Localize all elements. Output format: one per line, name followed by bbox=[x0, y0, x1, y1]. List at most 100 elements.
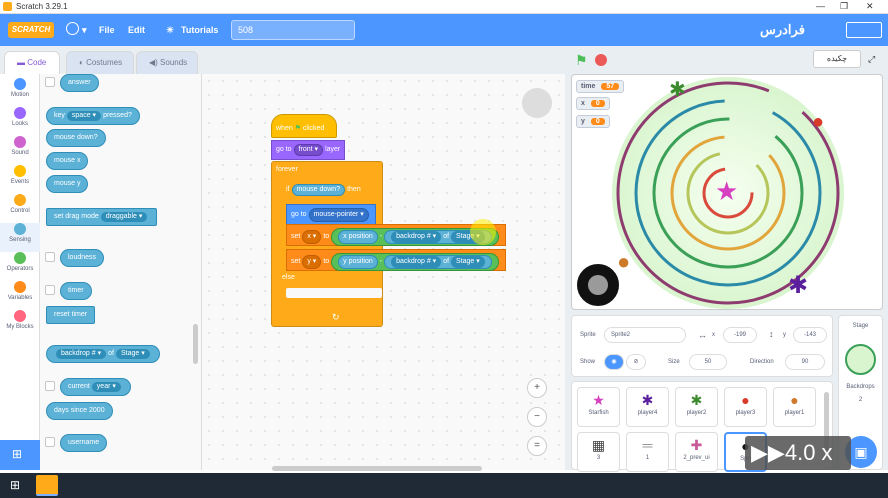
zoom-in-button[interactable]: + bbox=[527, 378, 547, 398]
block-go-to-mouse[interactable]: go to mouse-pointer ▾ bbox=[286, 204, 376, 226]
x-position-reporter[interactable]: x position bbox=[338, 230, 378, 244]
y-backdrop-reporter[interactable]: backdrop # ▾ of Stage ▾ bbox=[384, 255, 492, 269]
beetle-sprite-icon[interactable]: ● bbox=[617, 249, 630, 275]
stop-button[interactable] bbox=[595, 54, 607, 66]
loudness-checkbox[interactable] bbox=[45, 252, 55, 262]
block-username[interactable]: username bbox=[60, 434, 108, 452]
ladybug-sprite-icon[interactable]: ● bbox=[812, 111, 824, 134]
answer-checkbox[interactable] bbox=[45, 77, 55, 87]
header-badge[interactable]: ﭼﮑﯿﺪﻩ bbox=[813, 50, 861, 68]
joystick-knob[interactable] bbox=[588, 275, 608, 295]
scratch-taskbar-icon[interactable] bbox=[36, 475, 58, 496]
block-key-pressed[interactable]: key space ▾ pressed? bbox=[46, 107, 140, 125]
set-x-variable-dropdown[interactable]: x ▾ bbox=[302, 230, 322, 244]
category-operators[interactable]: Operators bbox=[0, 252, 40, 281]
block-set-drag-mode[interactable]: set drag mode draggable ▾ bbox=[46, 208, 158, 226]
tab-code[interactable]: ▬ Code bbox=[4, 51, 60, 74]
fullscreen-icon[interactable]: ⤢ bbox=[868, 54, 875, 65]
block-current[interactable]: current year ▾ bbox=[60, 378, 131, 396]
block-go-to-layer[interactable]: go to front ▾ layer bbox=[271, 140, 346, 160]
category-looks[interactable]: Looks bbox=[0, 107, 40, 136]
size-input[interactable]: 50 bbox=[689, 354, 727, 370]
language-globe-icon[interactable] bbox=[66, 22, 79, 35]
drag-mode-dropdown[interactable]: draggable ▾ bbox=[100, 212, 148, 222]
menu-edit[interactable]: Edit bbox=[128, 25, 145, 35]
go-to-target-dropdown[interactable]: mouse-pointer ▾ bbox=[308, 208, 369, 222]
tab-sounds[interactable]: ◀) Sounds bbox=[136, 51, 198, 74]
direction-input[interactable]: 90 bbox=[785, 354, 825, 370]
block-mouse-down[interactable]: mouse down? bbox=[46, 129, 106, 147]
category-events[interactable]: Events bbox=[0, 165, 40, 194]
project-title-input[interactable]: 508 bbox=[231, 20, 355, 40]
category-control[interactable]: Control bbox=[0, 194, 40, 223]
y-attribute-dropdown[interactable]: backdrop # ▾ bbox=[391, 256, 442, 268]
zoom-out-button[interactable]: − bbox=[527, 407, 547, 427]
script-area[interactable]: when ⚑ clicked go to front ▾ layer forever… bbox=[202, 74, 565, 471]
show-visible-button[interactable]: ◉ bbox=[604, 354, 624, 370]
green-flag-button[interactable]: ⚑ bbox=[575, 52, 588, 69]
language-chevron-icon[interactable]: ▾ bbox=[82, 25, 87, 36]
block-backdrop-of-stage[interactable]: backdrop # ▾ of Stage ▾ bbox=[46, 345, 160, 363]
menu-file[interactable]: File bbox=[99, 25, 115, 35]
x-input[interactable]: -199 bbox=[723, 327, 757, 343]
block-answer[interactable]: answer bbox=[60, 74, 99, 92]
block-days-since-2000[interactable]: days since 2000 bbox=[46, 402, 113, 420]
block-mouse-x[interactable]: mouse x bbox=[46, 152, 89, 170]
block-when-flag-clicked[interactable]: when ⚑ clicked bbox=[271, 114, 337, 138]
block-timer[interactable]: timer bbox=[60, 282, 92, 300]
dpad-icon: ✚ bbox=[690, 437, 703, 453]
sprite-tile-1[interactable]: ═ 1 bbox=[626, 432, 669, 472]
joystick-base[interactable] bbox=[574, 261, 622, 309]
x-attribute-dropdown[interactable]: backdrop # ▾ bbox=[391, 231, 442, 243]
starfish-sprite-icon[interactable]: ★ bbox=[715, 176, 738, 207]
tab-costumes[interactable]: ◐ Costumes bbox=[66, 51, 134, 74]
maximize-icon[interactable]: ❐ bbox=[840, 1, 848, 12]
block-loudness[interactable]: loudness bbox=[60, 249, 105, 267]
sprite-tile-2-prev-ui[interactable]: ✚ 2_prev_ui bbox=[675, 432, 718, 472]
category-my-blocks[interactable]: My Blocks bbox=[0, 310, 40, 339]
y-subtract-operator[interactable]: y position - backdrop # ▾ of Stage ▾ bbox=[331, 253, 499, 271]
block-set-y[interactable]: set y ▾ to y position - backdrop # ▾ of Stage ▾ bbox=[286, 249, 506, 271]
sprite-tile-3[interactable]: ▦ 3 bbox=[577, 432, 620, 472]
category-variables[interactable]: Variables bbox=[0, 281, 40, 310]
green-bug-sprite-icon[interactable]: ✱ bbox=[669, 77, 686, 102]
palette-scrollbar[interactable] bbox=[193, 324, 198, 364]
y-object-dropdown[interactable]: Stage ▾ bbox=[451, 256, 485, 268]
username-checkbox[interactable] bbox=[45, 437, 55, 447]
scratch-logo[interactable]: SCRATCH bbox=[8, 22, 54, 38]
category-sound[interactable]: Sound bbox=[0, 136, 40, 165]
timer-checkbox[interactable] bbox=[45, 285, 55, 295]
show-hidden-button[interactable]: ⊘ bbox=[626, 354, 646, 370]
add-extension-button[interactable]: ⊞ bbox=[0, 440, 40, 470]
script-horizontal-scrollbar[interactable] bbox=[272, 466, 482, 471]
sprite-tile-player1[interactable]: ● player1 bbox=[773, 387, 816, 427]
attribute-dropdown[interactable]: backdrop # ▾ bbox=[56, 349, 107, 359]
close-icon[interactable]: ✕ bbox=[866, 1, 874, 12]
spider-sprite-icon[interactable]: ✱ bbox=[788, 271, 808, 300]
block-mouse-y[interactable]: mouse y bbox=[46, 175, 89, 193]
sprite-tile-player4[interactable]: ✱ player4 bbox=[626, 387, 669, 427]
sprite-tile-starfish[interactable]: ★ Starfish bbox=[577, 387, 620, 427]
windows-start-icon[interactable]: ⊞ bbox=[10, 478, 20, 492]
category-motion[interactable]: Motion bbox=[0, 78, 40, 107]
menu-tutorials[interactable]: Tutorials bbox=[181, 25, 218, 35]
block-if-else[interactable]: if mouse down? then bbox=[282, 181, 382, 199]
key-dropdown[interactable]: space ▾ bbox=[66, 111, 102, 121]
mouse-down-reporter[interactable]: mouse down? bbox=[291, 184, 346, 196]
object-dropdown[interactable]: Stage ▾ bbox=[115, 349, 150, 359]
sprite-tile-player3[interactable]: ● player3 bbox=[724, 387, 767, 427]
layer-dropdown[interactable]: front ▾ bbox=[293, 144, 324, 156]
block-reset-timer[interactable]: reset timer bbox=[46, 306, 96, 324]
else-empty-slot[interactable] bbox=[286, 288, 382, 298]
zoom-reset-button[interactable]: = bbox=[527, 436, 547, 456]
set-y-variable-dropdown[interactable]: y ▾ bbox=[302, 255, 322, 269]
category-sensing[interactable]: Sensing bbox=[0, 223, 40, 252]
stage-canvas[interactable]: ★ ✱ ● ● ✱ time 57 x0 y0 bbox=[571, 74, 883, 310]
current-dropdown[interactable]: year ▾ bbox=[91, 382, 121, 392]
y-input[interactable]: -143 bbox=[793, 327, 827, 343]
sprite-name-input[interactable]: Sprite2 bbox=[604, 327, 686, 343]
current-checkbox[interactable] bbox=[45, 381, 55, 391]
sprite-tile-player2[interactable]: ✱ player2 bbox=[675, 387, 718, 427]
y-position-reporter[interactable]: y position bbox=[338, 255, 378, 269]
minimize-icon[interactable]: — bbox=[816, 1, 825, 11]
